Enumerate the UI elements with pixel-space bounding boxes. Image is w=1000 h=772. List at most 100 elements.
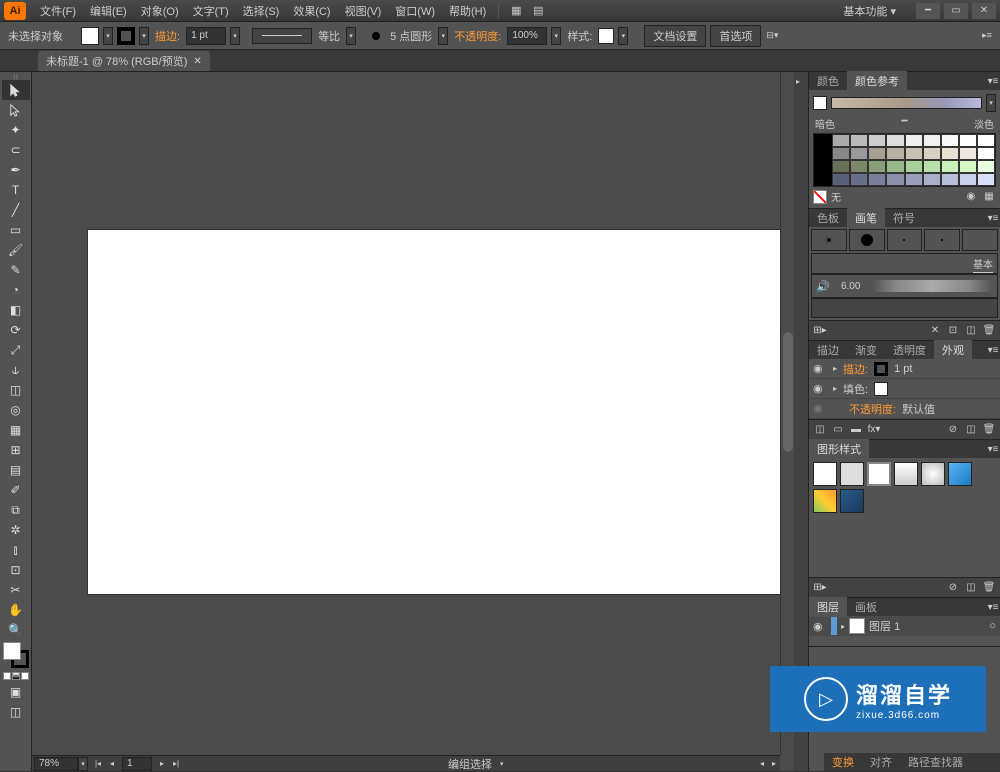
stroke-dropdown[interactable]: ▾ [139,27,149,45]
appear-stroke-swatch[interactable] [874,362,888,376]
document-tab[interactable]: 未标题-1 @ 78% (RGB/预览) ✕ [38,51,210,71]
collapse-arrow-icon[interactable]: ▸ [796,77,806,87]
gradient-tool[interactable]: ▤ [2,460,30,480]
tab-align[interactable]: 对齐 [862,752,900,772]
opacity-label[interactable]: 不透明度: [452,28,503,44]
mesh-tool[interactable]: ⊞ [2,440,30,460]
tab-artboards[interactable]: 画板 [847,597,885,617]
free-transform-tool[interactable]: ◫ [2,380,30,400]
stroke-weight-input[interactable] [186,27,226,45]
save-group-icon[interactable]: ▦ [982,190,996,204]
close-button[interactable]: ✕ [972,3,996,19]
brush-basic-label[interactable]: 基本 [811,253,998,274]
rotate-tool[interactable]: ⟳ [2,320,30,340]
menu-view[interactable]: 视图(V) [339,1,388,21]
gstyle-5[interactable] [921,462,945,486]
harmony-dropdown[interactable]: ▾ [986,94,996,112]
duplicate-icon[interactable]: ◫ [964,423,978,437]
layer-target-icon[interactable]: ○ [989,620,996,632]
stroke-style-preview[interactable] [252,28,312,44]
gstyle-8[interactable] [840,489,864,513]
tab-transform[interactable]: 变换 [824,752,862,772]
menu-help[interactable]: 帮助(H) [443,1,492,21]
tab-gradient[interactable]: 渐变 [847,340,885,360]
shape-builder-tool[interactable]: ◎ [2,400,30,420]
zoom-tool[interactable]: 🔍 [2,620,30,640]
prefs-button[interactable]: 首选项 [710,25,761,47]
menu-type[interactable]: 文字(T) [187,1,235,21]
style-swatch[interactable] [598,28,614,44]
gstyle-7[interactable] [813,489,837,513]
delete-icon[interactable]: 🗑 [982,423,996,437]
appearance-stroke-row[interactable]: ◉ ▸ 描边: 1 pt [809,359,1000,379]
selection-tool[interactable] [2,80,30,100]
brush-preset-4[interactable] [924,229,960,251]
blend-tool[interactable]: ⧉ [2,500,30,520]
opacity-dropdown[interactable]: ▾ [551,27,561,45]
visibility-icon[interactable]: ◉ [813,402,827,415]
paintbrush-tool[interactable]: 🖌 [2,240,30,260]
new-style-icon[interactable]: ◫ [964,581,978,595]
workspace-switcher[interactable]: 基本功能 ▾ [831,1,908,21]
tab-appearance[interactable]: 外观 [934,340,972,360]
type-tool[interactable]: T [2,180,30,200]
artboard[interactable] [88,230,794,594]
tab-close-icon[interactable]: ✕ [193,56,201,67]
first-artboard-button[interactable]: |◂ [92,758,104,770]
hand-tool[interactable]: ✋ [2,600,30,620]
menu-select[interactable]: 选择(S) [237,1,286,21]
menu-object[interactable]: 对象(O) [135,1,185,21]
tab-graphic-styles[interactable]: 图形样式 [809,439,869,459]
brush-preset-2[interactable] [849,229,885,251]
pencil-tool[interactable]: ✎ [2,260,30,280]
uniform-dropdown[interactable]: ▾ [346,27,356,45]
tab-swatches[interactable]: 色板 [809,208,847,228]
pen-tool[interactable]: ✒ [2,160,30,180]
add-effect-icon[interactable]: fx▾ [867,423,881,437]
stroke-swatch[interactable] [117,27,135,45]
appearance-fill-row[interactable]: ◉ ▸ 填色: [809,379,1000,399]
draw-mode-tool[interactable]: ◫ [2,702,30,722]
visibility-icon[interactable]: ◉ [813,362,827,375]
symbol-sprayer-tool[interactable]: ✲ [2,520,30,540]
menu-effect[interactable]: 效果(C) [287,1,336,21]
fill-color-icon[interactable] [3,642,21,660]
delete-brush-icon[interactable]: 🗑 [982,324,996,338]
bridge-icon[interactable]: ▦ [507,2,525,20]
stroke-weight-dropdown[interactable]: ▾ [230,27,240,45]
h-scroll-right[interactable]: ▸ [768,758,780,770]
brush-preset-5[interactable] [962,229,998,251]
h-scroll-track[interactable] [190,759,436,769]
color-mode-none[interactable] [21,672,29,680]
add-stroke-icon[interactable]: ▭ [831,423,845,437]
fill-stroke-control[interactable] [3,642,29,668]
controlbar-menu-icon[interactable]: ▸≡ [980,29,994,43]
speaker-icon[interactable]: 🔊 [816,280,830,293]
screen-mode-tool[interactable]: ▣ [2,682,30,702]
brush-preset-3[interactable] [887,229,923,251]
gstyle-3[interactable] [867,462,891,486]
style-lib-icon[interactable]: ⊞▸ [813,581,827,595]
recolor-icon[interactable]: ◉ [964,190,978,204]
menu-file[interactable]: 文件(F) [34,1,82,21]
appearance-opacity-row[interactable]: ◉ 不透明度: 默认值 [809,399,1000,419]
menu-window[interactable]: 窗口(W) [389,1,441,21]
tab-pathfinder[interactable]: 路径查找器 [900,752,971,772]
direct-selection-tool[interactable] [2,100,30,120]
panel-menu-icon[interactable]: ▾≡ [986,442,1000,456]
tab-color-guide[interactable]: 颜色参考 [847,71,907,91]
expand-icon[interactable]: ▸ [833,384,837,393]
perspective-tool[interactable]: ▦ [2,420,30,440]
menu-edit[interactable]: 编辑(E) [84,1,133,21]
fill-swatch[interactable] [81,27,99,45]
panel-menu-icon[interactable]: ▾≡ [986,343,1000,357]
tab-transparency[interactable]: 透明度 [885,340,934,360]
width-tool[interactable]: ⫝ [2,360,30,380]
next-artboard-button[interactable]: ▸ [156,758,168,770]
harmony-strip[interactable] [831,97,982,109]
opacity-input[interactable] [507,27,547,45]
vertical-scrollbar[interactable] [780,72,794,755]
gstyle-1[interactable] [813,462,837,486]
gstyle-6[interactable] [948,462,972,486]
base-color-swatch[interactable] [813,96,827,110]
